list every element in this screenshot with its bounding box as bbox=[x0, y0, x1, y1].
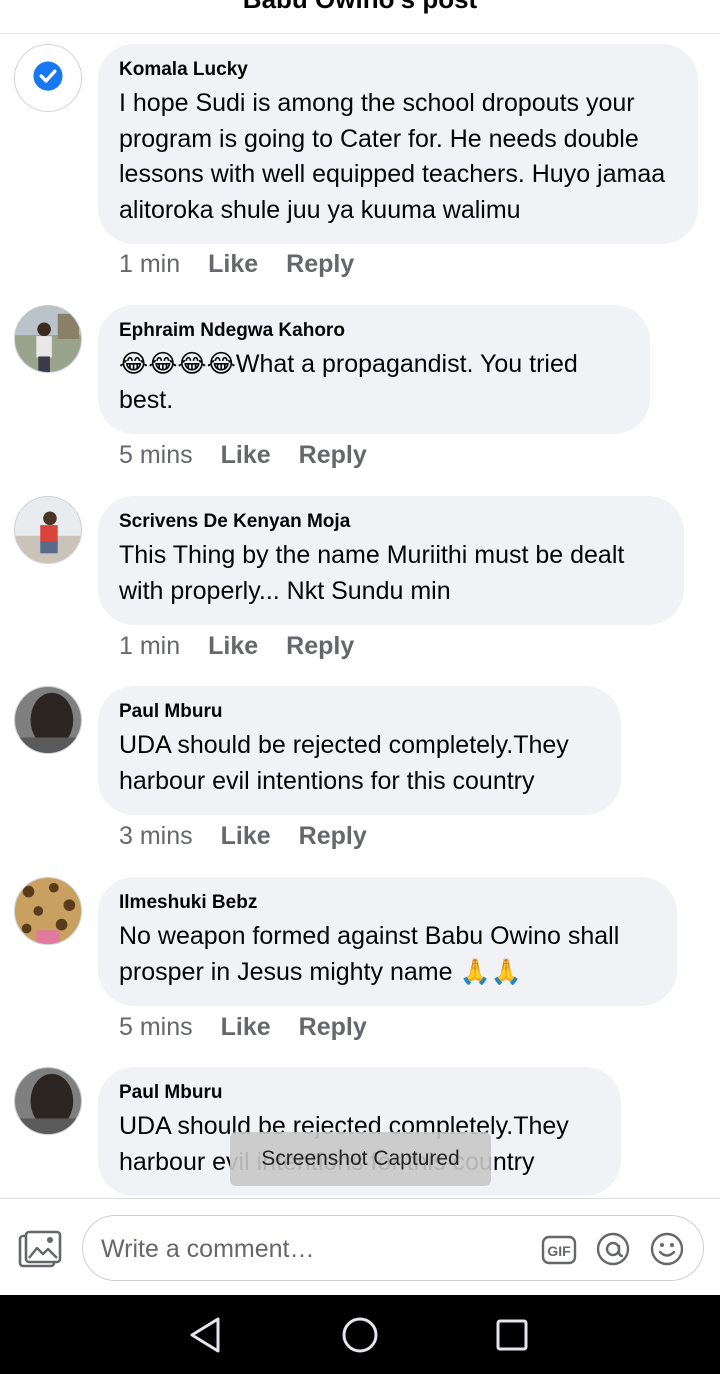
avatar[interactable] bbox=[14, 877, 82, 945]
comment-author[interactable]: Ephraim Ndegwa Kahoro bbox=[119, 319, 628, 343]
comment-author[interactable]: Paul Mburu bbox=[119, 1081, 599, 1105]
reply-button[interactable]: Reply bbox=[286, 632, 354, 660]
like-button[interactable]: Like bbox=[208, 250, 258, 278]
emoji-icon bbox=[650, 1232, 684, 1266]
user-photo-icon bbox=[15, 878, 81, 944]
like-button[interactable]: Like bbox=[208, 632, 258, 660]
avatar[interactable] bbox=[14, 44, 82, 112]
comment-meta: 3 mins Like Reply bbox=[119, 822, 395, 851]
comment-composer: GIF bbox=[0, 1198, 720, 1295]
comment-text: This Thing by the name Muriithi must be … bbox=[119, 541, 625, 605]
comment-time: 1 min bbox=[119, 250, 181, 278]
user-photo-icon bbox=[15, 497, 81, 563]
home-button[interactable] bbox=[338, 1313, 382, 1357]
comment-author[interactable]: Ilmeshuki Bebz bbox=[119, 891, 655, 915]
check-badge-icon bbox=[15, 45, 81, 111]
gif-button[interactable]: GIF bbox=[541, 1231, 577, 1267]
comment-input[interactable] bbox=[101, 1228, 521, 1270]
back-icon bbox=[190, 1317, 220, 1353]
comment-meta: 1 min Like Reply bbox=[119, 250, 382, 279]
laughing-emoji: 😂😂😂😂 bbox=[119, 350, 236, 378]
comment-text: UDA should be rejected completely.They h… bbox=[119, 731, 569, 795]
comment-bubble: Ephraim Ndegwa Kahoro 😂😂😂😂What a propaga… bbox=[98, 305, 650, 434]
comment-author[interactable]: Scrivens De Kenyan Moja bbox=[119, 510, 662, 534]
reply-button[interactable]: Reply bbox=[299, 441, 367, 469]
recents-button[interactable] bbox=[490, 1313, 534, 1357]
comment-time: 5 mins bbox=[119, 1013, 193, 1041]
avatar[interactable] bbox=[14, 496, 82, 564]
reply-button[interactable]: Reply bbox=[299, 1013, 367, 1041]
mention-icon bbox=[596, 1232, 630, 1266]
user-photo-icon bbox=[15, 1068, 81, 1134]
svg-text:GIF: GIF bbox=[547, 1243, 571, 1259]
comment-time: 1 min bbox=[119, 632, 181, 660]
reply-button[interactable]: Reply bbox=[299, 822, 367, 850]
like-button[interactable]: Like bbox=[221, 1013, 271, 1041]
comment-meta: 5 mins Like Reply bbox=[119, 1013, 395, 1042]
screenshot-toast: Screenshot Captured bbox=[230, 1132, 491, 1186]
like-button[interactable]: Like bbox=[221, 441, 271, 469]
comment-bubble: Paul Mburu UDA should be rejected comple… bbox=[98, 686, 621, 815]
post-header: Babu Owino's post bbox=[0, 0, 720, 34]
avatar[interactable] bbox=[14, 686, 82, 754]
like-button[interactable]: Like bbox=[221, 822, 271, 850]
comment-text: I hope Sudi is among the school dropouts… bbox=[119, 89, 666, 224]
comments-page: Babu Owino's post Komala Lucky I hope Su… bbox=[0, 0, 720, 1374]
system-nav-bar bbox=[0, 1295, 720, 1374]
avatar[interactable] bbox=[14, 305, 82, 373]
comment-input-wrapper: GIF bbox=[82, 1215, 704, 1281]
photo-button[interactable] bbox=[18, 1230, 62, 1270]
back-button[interactable] bbox=[184, 1313, 228, 1357]
comment-bubble: Scrivens De Kenyan Moja This Thing by th… bbox=[98, 496, 684, 625]
photo-icon bbox=[18, 1230, 62, 1268]
emoji-button[interactable] bbox=[649, 1231, 685, 1267]
comment-text: No weapon formed against Babu Owino shal… bbox=[119, 919, 655, 990]
gif-icon: GIF bbox=[541, 1235, 577, 1265]
user-photo-icon bbox=[15, 687, 81, 753]
comment-time: 3 mins bbox=[119, 822, 193, 850]
comment-meta: 1 min Like Reply bbox=[119, 632, 382, 661]
mention-button[interactable] bbox=[595, 1231, 631, 1267]
comment-bubble: Ilmeshuki Bebz No weapon formed against … bbox=[98, 877, 677, 1006]
post-title: Babu Owino's post bbox=[0, 0, 720, 15]
recents-icon bbox=[496, 1319, 528, 1351]
reply-button[interactable]: Reply bbox=[286, 250, 354, 278]
comment-author[interactable]: Paul Mburu bbox=[119, 700, 599, 724]
user-photo-icon bbox=[15, 306, 81, 372]
comment-bubble: Komala Lucky I hope Sudi is among the sc… bbox=[98, 44, 698, 244]
comment-author[interactable]: Komala Lucky bbox=[119, 58, 676, 82]
comment-text: 😂😂😂😂What a propagandist. You tried best. bbox=[119, 347, 628, 418]
comment-time: 5 mins bbox=[119, 441, 193, 469]
avatar[interactable] bbox=[14, 1067, 82, 1135]
comment-meta: 5 mins Like Reply bbox=[119, 441, 395, 470]
comment-text-body: No weapon formed against Babu Owino shal… bbox=[119, 922, 620, 986]
praying-hands-emoji: 🙏🙏 bbox=[459, 957, 522, 986]
home-icon bbox=[342, 1317, 378, 1353]
